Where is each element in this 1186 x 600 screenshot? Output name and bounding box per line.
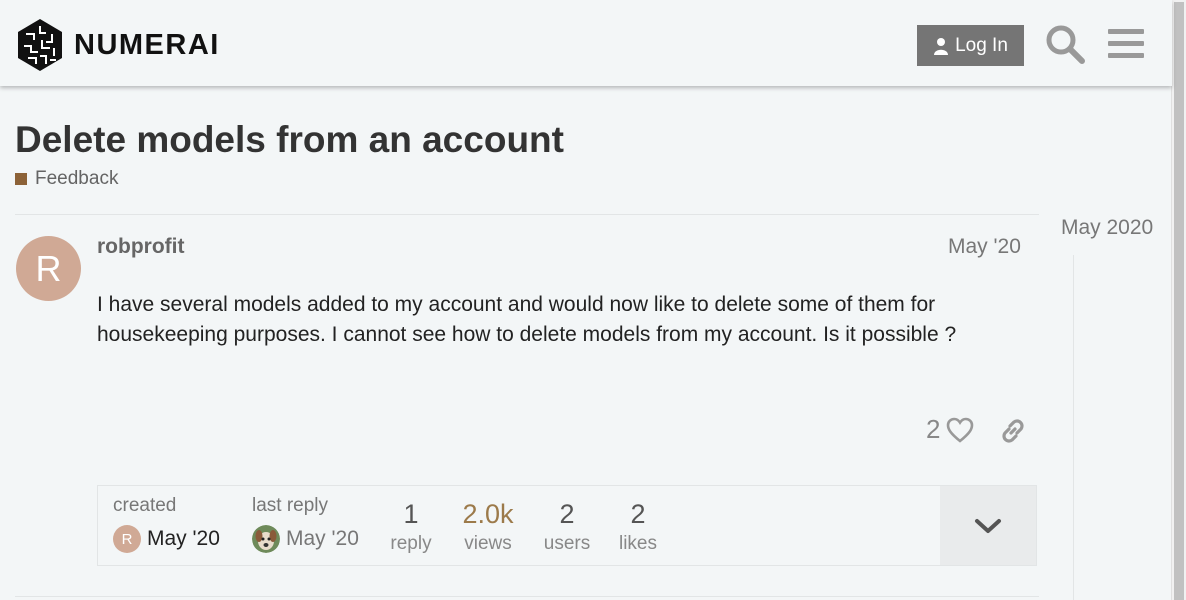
stat-likes: 2 likes <box>610 499 666 555</box>
post-divider <box>15 596 1039 597</box>
post-date[interactable]: May '20 <box>948 235 1021 259</box>
category-color-swatch <box>15 173 27 185</box>
creator-avatar[interactable]: R <box>113 525 141 553</box>
stat-users: 2 users <box>536 499 598 555</box>
chevron-down-icon <box>975 518 1001 533</box>
category-label: Feedback <box>35 168 119 189</box>
search-icon[interactable] <box>1044 23 1086 65</box>
stat-label: reply <box>390 533 432 554</box>
numerai-logo-icon <box>18 19 62 71</box>
post-author[interactable]: robprofit <box>97 235 184 259</box>
summary-last-reply: last reply May '20 <box>252 495 359 553</box>
created-date: May '20 <box>147 527 220 550</box>
heart-icon <box>947 417 974 443</box>
login-label: Log In <box>955 34 1008 56</box>
topic-divider <box>15 214 1039 215</box>
stat-label: views <box>464 533 512 554</box>
stat-views: 2.0k views <box>453 499 523 555</box>
stat-label: likes <box>618 533 657 554</box>
logo-wordmark: NUMERAI <box>74 28 220 61</box>
timeline-date[interactable]: May 2020 <box>1061 216 1153 240</box>
like-button[interactable]: 2 <box>926 414 974 445</box>
last-reply-date: May '20 <box>286 527 359 550</box>
created-label: created <box>113 495 177 516</box>
category-badge[interactable]: Feedback <box>15 168 118 190</box>
avatar-letter: R <box>35 247 62 289</box>
stat-label: users <box>543 533 591 554</box>
topic-title[interactable]: Delete models from an account <box>15 119 564 161</box>
user-icon <box>933 37 949 55</box>
stat-value: 2.0k <box>462 499 514 529</box>
stat-value: 2 <box>630 499 646 529</box>
link-icon[interactable] <box>998 416 1028 446</box>
login-button[interactable]: Log In <box>917 25 1024 66</box>
timeline-track[interactable] <box>1073 255 1074 600</box>
last-reply-label: last reply <box>252 495 329 516</box>
post-body: I have several models added to my accoun… <box>97 293 957 346</box>
topic-summary: created R May '20 last reply May '20 1 r… <box>97 485 1037 566</box>
like-count: 2 <box>926 414 941 444</box>
stat-value: 1 <box>403 499 419 529</box>
hamburger-icon[interactable] <box>1108 26 1144 62</box>
site-header: NUMERAI Log In <box>0 0 1172 86</box>
stat-value: 2 <box>559 499 575 529</box>
author-avatar[interactable]: R <box>16 236 81 301</box>
scrollbar-thumb[interactable] <box>1174 2 1184 600</box>
page-scrollbar[interactable] <box>1171 0 1186 600</box>
expand-summary-button[interactable] <box>940 486 1036 565</box>
last-reply-avatar[interactable] <box>252 525 280 553</box>
stat-replies: 1 reply <box>381 499 441 555</box>
summary-created: created R May '20 <box>113 495 220 553</box>
site-logo[interactable]: NUMERAI <box>16 18 220 72</box>
